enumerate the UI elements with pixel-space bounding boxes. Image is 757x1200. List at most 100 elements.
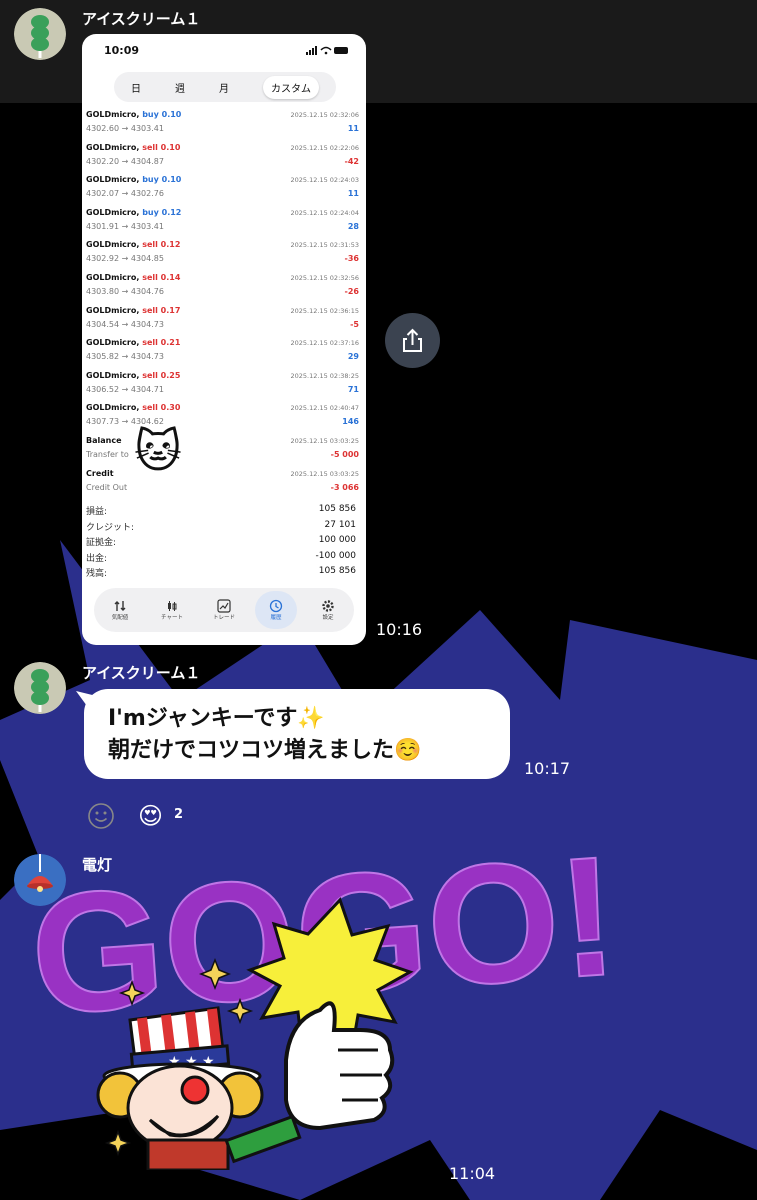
summary-row: クレジット: 27 101 bbox=[86, 520, 362, 534]
reaction-emoji: 😍 bbox=[138, 802, 164, 830]
trade-symbol: GOLDmicro, buy 0.10 bbox=[86, 173, 181, 187]
trade-row: GOLDmicro, buy 0.10 4302.60 → 4303.41 2025… bbox=[86, 108, 362, 139]
trade-prices: 4303.80 → 4304.76 bbox=[86, 287, 164, 296]
quotes-icon bbox=[114, 601, 126, 611]
summary-key: クレジット: bbox=[86, 522, 135, 533]
trade-profit: -36 bbox=[344, 254, 359, 264]
trade-side: sell 0.12 bbox=[142, 240, 181, 250]
balance-date: 2025.12.15 03:03:25 bbox=[290, 437, 359, 445]
summary-row: 残高: 105 856 bbox=[86, 566, 362, 580]
trade-symbol: GOLDmicro, sell 0.25 bbox=[86, 369, 180, 383]
reaction-heart-eyes[interactable]: 😍 bbox=[138, 801, 168, 831]
trade-date: 2025.12.15 02:32:56 bbox=[290, 274, 359, 282]
trade-date: 2025.12.15 02:36:15 bbox=[290, 306, 359, 315]
symbol-text: GOLDmicro, bbox=[86, 175, 140, 185]
trade-profit: 146 bbox=[342, 417, 359, 427]
trade-row: GOLDmicro, sell 0.21 4305.82 → 4304.73 202… bbox=[86, 336, 362, 367]
trade-side: sell 0.10 bbox=[142, 142, 181, 152]
trade-profit: -42 bbox=[344, 156, 359, 166]
summary-value: 105 856 bbox=[318, 566, 356, 576]
chart-icon bbox=[168, 601, 177, 611]
trade-symbol: GOLDmicro, sell 0.17 bbox=[86, 304, 180, 318]
summary-value: 100 000 bbox=[318, 535, 356, 545]
segment-custom: カスタム bbox=[263, 75, 319, 99]
trade-profit: 28 bbox=[347, 221, 359, 231]
trade-row: GOLDmicro, buy 0.12 4301.91 → 4303.41 2025… bbox=[86, 206, 362, 237]
summary-row: 損益: 105 856 bbox=[86, 504, 362, 518]
tab-chart: チャート bbox=[151, 591, 193, 629]
trade-profit: 11 bbox=[347, 189, 359, 199]
tab-quotes: 気配値 bbox=[99, 591, 141, 629]
cat-emoji-overlay: 🐱 bbox=[134, 424, 182, 478]
trade-prices: 4302.60 → 4303.41 bbox=[86, 124, 164, 133]
smiley-add-icon[interactable] bbox=[86, 801, 116, 831]
trade-row: GOLDmicro, sell 0.25 4306.52 → 4304.71 202… bbox=[86, 369, 362, 400]
image-attachment[interactable]: 10:09 日 週 月 カスタム Balance Transfer to 202… bbox=[82, 34, 366, 645]
segment-month: 月 bbox=[219, 83, 229, 95]
symbol-text: GOLDmicro, bbox=[86, 273, 140, 282]
trade-date: 2025.12.15 02:22:06 bbox=[290, 143, 359, 152]
share-button[interactable] bbox=[385, 313, 440, 368]
credit-date: 2025.12.15 03:03:25 bbox=[290, 470, 359, 478]
avatar[interactable] bbox=[14, 854, 66, 906]
trade-date: 2025.12.15 02:24:03 bbox=[290, 176, 359, 185]
trade-date: 2025.12.15 02:24:04 bbox=[290, 208, 359, 217]
symbol-text: GOLDmicro, bbox=[86, 305, 140, 315]
symbol-text: GOLDmicro, bbox=[86, 110, 140, 119]
sender-name: 電灯 bbox=[82, 856, 113, 874]
summary-key: 出金: bbox=[86, 553, 108, 564]
app-tab-bar: 気配値 チャート トレード 履歴 設定 bbox=[94, 588, 354, 632]
trade-side: sell 0.30 bbox=[142, 403, 181, 413]
trade-symbol: GOLDmicro, buy 0.10 bbox=[86, 108, 181, 122]
trade-symbol: GOLDmicro, sell 0.30 bbox=[86, 401, 180, 415]
symbol-text: GOLDmicro, bbox=[86, 338, 140, 348]
symbol-text: GOLDmicro, bbox=[86, 240, 140, 250]
balance-label: Balance bbox=[86, 436, 122, 445]
trade-row: GOLDmicro, sell 0.17 4304.54 → 4304.73 202… bbox=[86, 304, 362, 335]
trade-prices: 4305.82 → 4304.73 bbox=[86, 352, 164, 362]
green-dango-icon bbox=[14, 8, 66, 60]
trade-row: GOLDmicro, sell 0.14 4303.80 → 4304.76 202… bbox=[86, 271, 362, 302]
summary-row: 出金: -100 000 bbox=[86, 551, 362, 565]
message-line: 朝だけでコツコツ増えました☺️ bbox=[108, 738, 422, 763]
message-time: 10:16 bbox=[376, 620, 423, 639]
trade-side: buy 0.12 bbox=[142, 207, 182, 217]
summary-key: 残高: bbox=[86, 569, 108, 579]
clown-thumbs-up-sticker[interactable]: ★ ★ ★ bbox=[90, 890, 420, 1170]
trade-date: 2025.12.15 02:40:47 bbox=[290, 404, 359, 413]
summary-value: 27 101 bbox=[324, 519, 357, 530]
trade-profit: 71 bbox=[347, 384, 359, 394]
trade-icon bbox=[217, 599, 231, 613]
segment-day: 日 bbox=[131, 83, 141, 95]
balance-sub: Transfer to bbox=[86, 450, 129, 459]
trade-side: buy 0.10 bbox=[142, 110, 182, 119]
tab-trade: トレード bbox=[203, 591, 245, 629]
reaction-count: 2 bbox=[174, 807, 184, 822]
trade-profit: -5 bbox=[350, 319, 359, 329]
avatar[interactable] bbox=[14, 662, 66, 714]
credit-sub: Credit Out bbox=[86, 483, 128, 492]
status-bar: 10:09 bbox=[82, 34, 366, 66]
trade-row: GOLDmicro, sell 0.10 4302.20 → 4304.87 202… bbox=[86, 141, 362, 172]
history-icon bbox=[269, 599, 283, 613]
tab-label: チャート bbox=[161, 615, 183, 621]
trade-prices: 4306.52 → 4304.71 bbox=[86, 384, 164, 394]
trade-row: GOLDmicro, sell 0.30 4307.73 → 4304.62 202… bbox=[86, 401, 362, 432]
sender-name: アイスクリーム１ bbox=[82, 10, 201, 28]
trade-side: buy 0.10 bbox=[142, 175, 182, 185]
segment-week: 週 bbox=[175, 83, 185, 95]
trade-profit: -26 bbox=[344, 287, 359, 296]
message-bubble[interactable]: I'mジャンキーです✨ 朝だけでコツコツ増えました☺️ bbox=[76, 689, 510, 779]
trade-symbol: GOLDmicro, sell 0.14 bbox=[86, 271, 180, 285]
lamp-icon bbox=[14, 854, 66, 906]
summary-key: 損益: bbox=[86, 507, 108, 517]
symbol-text: GOLDmicro, bbox=[86, 142, 140, 152]
message-line: I'mジャンキーです✨ bbox=[108, 706, 325, 731]
avatar[interactable] bbox=[14, 8, 66, 60]
share-icon bbox=[403, 328, 422, 352]
credit-row: Credit Credit Out 2025.12.15 03:03:25 -3… bbox=[86, 467, 362, 498]
trade-side: sell 0.17 bbox=[142, 305, 181, 315]
trade-prices: 4301.91 → 4303.41 bbox=[86, 221, 164, 231]
trade-symbol: GOLDmicro, sell 0.10 bbox=[86, 141, 180, 155]
trade-date: 2025.12.15 02:32:06 bbox=[290, 111, 359, 119]
